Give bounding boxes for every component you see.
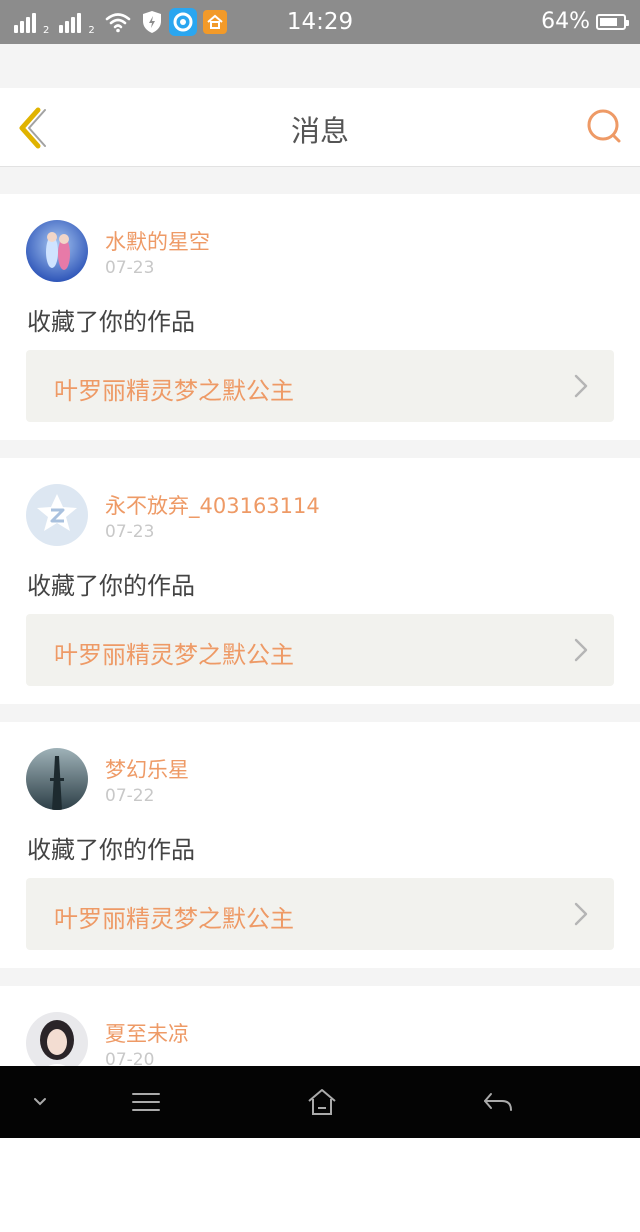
message-action: 收藏了你的作品 [27,572,195,600]
collapse-button[interactable] [20,1084,60,1120]
work-title: 叶罗丽精灵梦之默公主 [54,905,294,933]
battery-percent: 64% [541,9,590,34]
battery-icon [596,13,629,30]
navigation-bar [0,1066,640,1138]
back-icon [484,1093,512,1111]
chevron-down-icon [34,1098,46,1106]
work-link[interactable]: 叶罗丽精灵梦之默公主 [26,878,614,950]
search-button[interactable] [584,106,626,148]
chevron-right-icon [574,638,588,662]
chevron-right-icon [574,902,588,926]
message-date: 07-23 [105,258,155,278]
username[interactable]: 夏至未凉 [105,1018,189,1048]
avatar[interactable] [26,1012,88,1074]
back-nav-button[interactable] [478,1084,518,1120]
username[interactable]: 水默的星空 [105,226,210,256]
work-title: 叶罗丽精灵梦之默公主 [54,377,294,405]
message-action: 收藏了你的作品 [27,836,195,864]
message-card: 梦幻乐星 07-22 收藏了你的作品 叶罗丽精灵梦之默公主 [0,722,640,968]
home-icon [308,1089,336,1115]
avatar[interactable] [26,484,88,546]
work-link[interactable]: 叶罗丽精灵梦之默公主 [26,350,614,422]
header-bar: 消息 [0,88,640,167]
page-title: 消息 [290,114,349,148]
search-icon [587,109,621,143]
menu-button[interactable] [126,1084,166,1120]
username[interactable]: 梦幻乐星 [105,754,189,784]
message-card: 水默的星空 07-23 收藏了你的作品 叶罗丽精灵梦之默公主 [0,194,640,440]
message-date: 07-23 [105,522,155,542]
chevron-right-icon [574,374,588,398]
work-title: 叶罗丽精灵梦之默公主 [54,641,294,669]
message-card: 永不放弃_403163114 07-23 收藏了你的作品 叶罗丽精灵梦之默公主 [0,458,640,704]
status-right: 64% [541,9,629,34]
avatar[interactable] [26,748,88,810]
status-bar: 2 2 14:29 64% [0,0,640,44]
message-date: 07-22 [105,786,155,806]
home-button[interactable] [302,1084,342,1120]
menu-icon [132,1093,160,1111]
work-link[interactable]: 叶罗丽精灵梦之默公主 [26,614,614,686]
message-action: 收藏了你的作品 [27,308,195,336]
username[interactable]: 永不放弃_403163114 [105,490,320,520]
avatar[interactable] [26,220,88,282]
